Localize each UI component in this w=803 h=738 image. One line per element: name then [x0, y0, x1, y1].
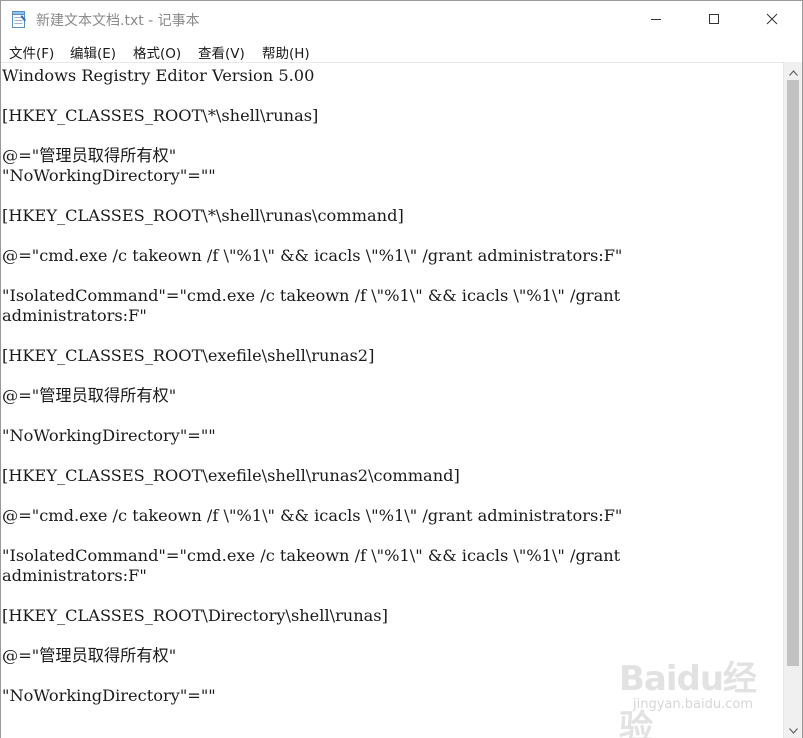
scroll-down-button[interactable]	[784, 720, 802, 737]
text-line: @="管理员取得所有权"	[2, 646, 177, 665]
scroll-up-button[interactable]	[784, 62, 802, 79]
notepad-window: 新建文本文档.txt - 记事本 文件(F) 编辑(E) 格式(O) 查看(V)	[0, 0, 803, 738]
text-line: @="管理员取得所有权"	[2, 146, 177, 165]
notepad-icon	[11, 11, 27, 28]
text-line: administrators:F"	[2, 306, 147, 325]
text-editor[interactable]: Windows Registry Editor Version 5.00 [HK…	[1, 62, 783, 738]
minimize-icon	[650, 13, 662, 25]
close-button[interactable]	[743, 1, 801, 37]
maximize-icon	[708, 13, 720, 25]
text-line: "NoWorkingDirectory"=""	[2, 686, 216, 705]
title-bar[interactable]: 新建文本文档.txt - 记事本	[1, 1, 802, 37]
text-line: [HKEY_CLASSES_ROOT\Directory\shell\runas…	[2, 606, 388, 625]
text-line: administrators:F"	[2, 566, 147, 585]
text-line: "NoWorkingDirectory"=""	[2, 166, 216, 185]
scroll-up-arrow-icon	[788, 61, 798, 80]
text-line: "IsolatedCommand"="cmd.exe /c takeown /f…	[2, 286, 621, 305]
text-line: @="管理员取得所有权"	[2, 386, 177, 405]
maximize-button[interactable]	[685, 1, 743, 37]
text-line: Windows Registry Editor Version 5.00	[2, 66, 315, 85]
text-line: "IsolatedCommand"="cmd.exe /c takeown /f…	[2, 546, 621, 565]
text-line: [HKEY_CLASSES_ROOT\exefile\shell\runas2]	[2, 346, 375, 365]
text-line: [HKEY_CLASSES_ROOT\exefile\shell\runas2\…	[2, 466, 460, 485]
scroll-thumb[interactable]	[787, 80, 799, 666]
menu-view[interactable]: 查看(V)	[198, 42, 245, 62]
close-icon	[766, 13, 778, 25]
menu-file[interactable]: 文件(F)	[9, 42, 54, 62]
menu-format[interactable]: 格式(O)	[133, 42, 181, 62]
minimize-button[interactable]	[627, 1, 685, 37]
menu-edit[interactable]: 编辑(E)	[70, 42, 116, 62]
text-line: @="cmd.exe /c takeown /f \"%1\" && icacl…	[2, 506, 623, 525]
menu-help[interactable]: 帮助(H)	[262, 42, 310, 62]
text-line: "NoWorkingDirectory"=""	[2, 426, 216, 445]
text-line: [HKEY_CLASSES_ROOT\*\shell\runas]	[2, 106, 319, 125]
menu-bar: 文件(F) 编辑(E) 格式(O) 查看(V) 帮助(H)	[1, 38, 802, 62]
scroll-down-arrow-icon	[788, 719, 798, 738]
window-title: 新建文本文档.txt - 记事本	[36, 13, 200, 29]
vertical-scrollbar[interactable]	[783, 62, 802, 738]
text-line: @="cmd.exe /c takeown /f \"%1\" && icacl…	[2, 246, 623, 265]
text-line: [HKEY_CLASSES_ROOT\*\shell\runas\command…	[2, 206, 404, 225]
